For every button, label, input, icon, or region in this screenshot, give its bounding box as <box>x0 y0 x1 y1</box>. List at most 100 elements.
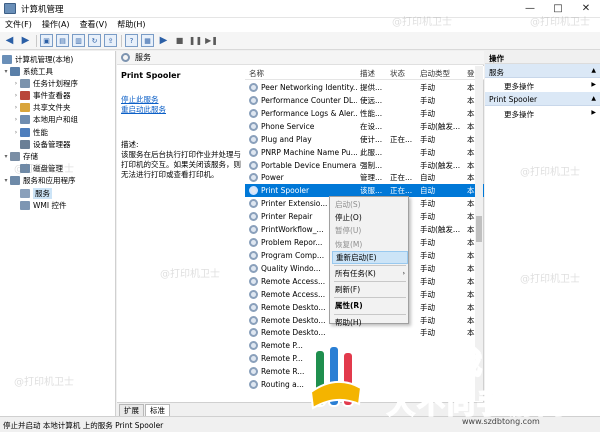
help-icon[interactable]: ? <box>125 34 138 47</box>
services-header: 服务 <box>117 51 484 65</box>
watermark: @打印机卫士 <box>520 167 580 178</box>
column-header-startup-type[interactable]: 启动类型 <box>420 68 450 79</box>
service-gear-icon <box>249 225 258 235</box>
service-startup-type: 手动(触发... <box>420 160 461 170</box>
tree-item[interactable]: › 本地用户和组 <box>12 114 78 126</box>
export-list-icon[interactable]: ⇪ <box>104 34 117 47</box>
refresh-icon[interactable]: ↻ <box>88 34 101 47</box>
service-startup-type: 手动 <box>420 250 435 260</box>
context-menu: 启动(S) 停止(O) 暂停(U) 恢复(M) 重新启动(E) 所有任务(K) › 刷新(F)… <box>329 196 409 327</box>
properties-icon[interactable]: ▥ <box>72 34 85 47</box>
menu-item-label: 属性(R) <box>335 301 363 311</box>
start-service-icon[interactable]: ▶ <box>157 34 170 47</box>
context-menu-item[interactable]: 帮助(H) <box>332 316 408 329</box>
view-icon[interactable]: ▦ <box>141 34 154 47</box>
service-row[interactable]: Phone Service 在设... 手动(触发... 本 <box>245 120 484 133</box>
service-row[interactable]: Power 管理... 正在... 自动本 <box>245 171 484 184</box>
service-startup-type: 手动(触发... <box>420 225 461 235</box>
service-gear-icon <box>249 173 258 183</box>
service-row[interactable]: Peer Networking Identity... 提供... 手动本 <box>245 81 484 94</box>
actions-group-services[interactable]: 服务 ▲ <box>485 64 600 78</box>
menu-help[interactable]: 帮助(H) <box>112 18 150 32</box>
menu-separator <box>334 281 406 283</box>
context-menu-item[interactable]: 所有任务(K) › <box>332 267 408 280</box>
tree-item[interactable]: WMI 控件 <box>12 199 66 211</box>
service-gear-icon <box>249 341 258 351</box>
menu-action[interactable]: 操作(A) <box>37 18 75 32</box>
service-description: 性能... <box>360 108 383 118</box>
tree-root[interactable]: 计算机管理(本地) <box>2 53 73 65</box>
window-title: 计算机管理 <box>21 4 64 15</box>
service-gear-icon <box>249 147 258 157</box>
column-header-logon[interactable]: 登 <box>467 68 475 79</box>
service-startup-type: 手动 <box>420 108 435 118</box>
service-row[interactable]: Plug and Play 使计... 正在... 手动本 <box>245 133 484 146</box>
expand-arrow-icon[interactable]: ▾ <box>2 68 10 75</box>
service-name: Peer Networking Identity... <box>261 83 357 92</box>
context-menu-item[interactable]: 属性(R) <box>332 299 408 312</box>
expand-arrow-icon[interactable]: ▾ <box>2 153 10 160</box>
more-actions-services[interactable]: 更多操作 ▶ <box>485 78 600 92</box>
toolbar-separator <box>36 34 37 47</box>
show-tree-icon[interactable]: ▤ <box>56 34 69 47</box>
service-gear-icon <box>249 238 258 248</box>
back-arrow-icon[interactable]: ◀ <box>3 34 16 47</box>
service-row[interactable]: Performance Counter DL... 使远... 手动本 <box>245 94 484 107</box>
service-gear-icon <box>249 83 258 92</box>
tab-extended[interactable]: 扩展 <box>119 404 144 416</box>
tree-item-label: 性能 <box>33 127 48 137</box>
menu-view[interactable]: 查看(V) <box>75 18 113 32</box>
stop-service-icon[interactable]: ■ <box>173 34 186 47</box>
tree-item[interactable]: ▾ 服务和应用程序 <box>2 175 76 187</box>
service-name: Performance Counter DL... <box>261 95 357 105</box>
restart-service-link[interactable]: 重启动此服务 <box>121 105 241 115</box>
service-row[interactable]: Performance Logs & Aler... 性能... 手动本 <box>245 107 484 120</box>
service-startup-type: 手动 <box>420 315 435 325</box>
tree-item[interactable]: 服务 <box>12 187 52 199</box>
title-bar: 计算机管理 — □ ✕ <box>0 0 600 18</box>
restart-service-icon[interactable]: ▶❚ <box>205 34 218 47</box>
service-gear-icon <box>249 134 258 144</box>
scrollbar-thumb[interactable] <box>476 216 482 242</box>
tree-item[interactable]: › 性能 <box>12 126 48 138</box>
pause-service-icon[interactable]: ❚❚ <box>189 34 202 47</box>
service-gear-icon <box>249 289 258 299</box>
expand-arrow-icon[interactable]: ▾ <box>2 177 10 184</box>
menu-file[interactable]: 文件(F) <box>0 18 37 32</box>
expand-arrow-icon[interactable]: › <box>12 129 20 136</box>
tree-item[interactable]: › 事件查看器 <box>12 89 71 101</box>
service-startup-type: 手动 <box>420 276 435 286</box>
computer-icon <box>2 54 12 64</box>
tree-node-icon <box>20 90 30 100</box>
column-header-name[interactable]: 名称 <box>249 68 264 79</box>
context-menu-item[interactable]: 停止(O) <box>332 211 408 224</box>
tree-item[interactable]: › 共享文件夹 <box>12 102 71 114</box>
expand-arrow-icon[interactable]: › <box>12 92 20 99</box>
tree-item[interactable]: › 任务计划程序 <box>12 77 78 89</box>
more-actions-print-spooler[interactable]: 更多操作 ▶ <box>485 106 600 120</box>
tree-item[interactable]: ▾ 系统工具 <box>2 65 53 77</box>
expand-arrow-icon[interactable]: › <box>12 104 20 111</box>
expand-arrow-icon[interactable]: › <box>12 80 20 87</box>
tab-standard[interactable]: 标准 <box>145 404 170 416</box>
collapse-icon: ▲ <box>591 95 596 102</box>
column-header-description[interactable]: 描述 <box>360 68 375 79</box>
service-name: Phone Service <box>261 121 315 131</box>
menu-separator <box>334 297 406 299</box>
service-row[interactable]: PNRP Machine Name Pu... 此服... 手动本 <box>245 146 484 159</box>
service-startup-type: 手动 <box>420 263 435 273</box>
forward-arrow-icon[interactable]: ▶ <box>19 34 32 47</box>
expand-arrow-icon[interactable]: › <box>12 116 20 123</box>
tree-node-icon <box>10 66 20 76</box>
context-menu-item[interactable]: 重新启动(E) <box>332 250 408 264</box>
tree-item[interactable]: 设备管理器 <box>12 138 71 150</box>
service-row[interactable]: Portable Device Enumera... 强制... 手动(触发... 本 <box>245 159 484 172</box>
up-folder-icon[interactable]: ▣ <box>40 34 53 47</box>
column-header-status[interactable]: 状态 <box>390 68 405 79</box>
stop-service-link[interactable]: 停止此服务 <box>121 95 241 105</box>
watermark: @打印机卫士 <box>14 164 74 175</box>
actions-group-print-spooler[interactable]: Print Spooler ▲ <box>485 92 600 106</box>
context-menu-item[interactable]: 刷新(F) <box>332 283 408 296</box>
tree-node-icon <box>20 115 30 125</box>
service-description-panel: Print Spooler 停止此服务 重启动此服务 描述: 该服务在后台执行打… <box>117 66 245 401</box>
